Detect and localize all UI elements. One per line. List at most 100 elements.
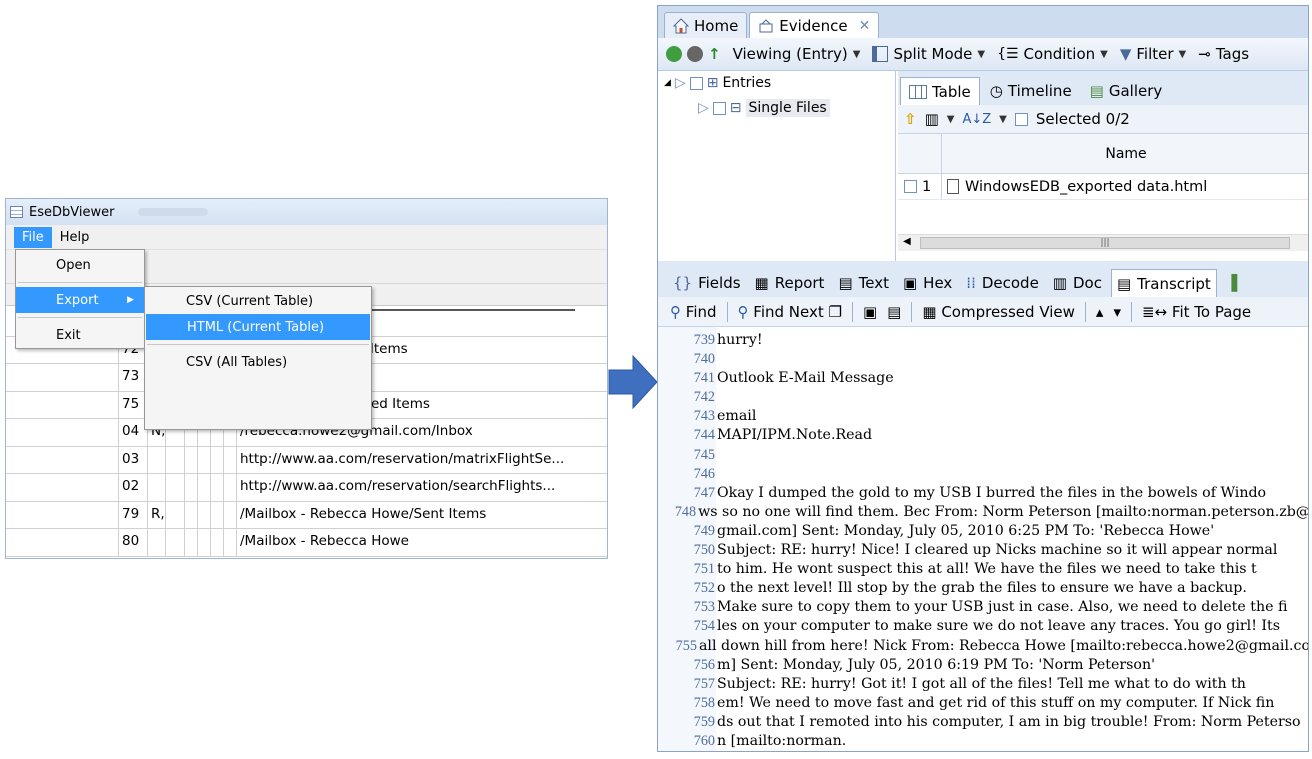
tab-home[interactable]: Home xyxy=(664,12,748,38)
back-icon[interactable] xyxy=(666,46,682,62)
tab-evidence-label: Evidence xyxy=(779,16,848,35)
transcript-view[interactable]: 739 hurry! 740 741 Outlook E-Mail Message 742… xyxy=(658,327,1309,751)
chevron-down-icon[interactable]: ▼ xyxy=(947,114,955,125)
menu-item-csv-all[interactable]: CSV (All Tables) xyxy=(145,349,371,375)
doc-icon: ▥ xyxy=(1052,274,1067,292)
line-number: 755 xyxy=(675,637,697,654)
compressed-view-button[interactable]: ▦ Compressed View xyxy=(922,303,1075,321)
tab-decode[interactable]: ⁞⁞ Decode xyxy=(961,269,1044,297)
split-mode-dropdown[interactable]: Split Mode ▼ xyxy=(872,45,985,63)
files-icon: ⊟ xyxy=(729,100,742,116)
row-id: 02 xyxy=(119,474,148,501)
tag-icon: ⊸ xyxy=(1198,45,1211,63)
menu-item-export[interactable]: Export ▶ xyxy=(16,287,144,313)
transcript-line: 757 Subject: RE: hurry! Got it! I got all… xyxy=(658,675,1308,694)
find-button[interactable]: ⚲ Find xyxy=(670,303,717,321)
table-row[interactable]: 79 R, /Mailbox - Rebecca Howe/Sent Items xyxy=(6,501,607,529)
table-app-icon xyxy=(10,206,23,218)
scroll-left-icon[interactable]: ◀ xyxy=(903,236,911,247)
find-next-button[interactable]: ⚲ Find Next ❐ xyxy=(738,303,842,321)
file-menu: Open Export ▶ Exit xyxy=(15,249,145,349)
transcript-line: 756 m] Sent: Monday, July 05, 2010 6:19 P… xyxy=(658,656,1308,675)
tab-timeline[interactable]: ◷ Timeline xyxy=(982,77,1080,105)
line-number: 749 xyxy=(693,522,715,539)
menu-item-exit[interactable]: Exit xyxy=(16,322,144,348)
sort-az-icon[interactable]: A↓Z xyxy=(962,112,991,127)
tab-report-label: Report xyxy=(774,274,825,292)
table-row[interactable]: 80/Mailbox - Rebecca Howe xyxy=(6,529,607,557)
file-table: Name 1 WindowsEDB_exported data.html xyxy=(898,134,1308,227)
transcript-line: 744 MAPI/IPM.Note.Read xyxy=(658,426,1308,445)
horizontal-scrollbar[interactable]: ◀ ||| xyxy=(898,234,1308,251)
row-folder-path: http://www.aa.com/reservation/matrixFlig… xyxy=(240,450,565,467)
page-up-icon[interactable]: ▴ xyxy=(1096,303,1104,321)
entries-checkbox[interactable] xyxy=(689,76,703,90)
transcript-line: 740 xyxy=(658,350,1308,369)
table-row[interactable]: 03 http://www.aa.com/reservation/matrixFl… xyxy=(6,446,607,474)
tree-item-single-files[interactable]: ▷ ⊟ Single Files xyxy=(698,99,830,117)
line-number: 756 xyxy=(693,656,715,673)
filter-dropdown[interactable]: ▼ Filter ▼ xyxy=(1120,45,1186,63)
compressed-view-label: Compressed View xyxy=(941,302,1075,321)
tree-label-single-files: Single Files xyxy=(745,99,830,117)
submenu-arrow-icon: ▶ xyxy=(127,295,134,305)
chevron-down-icon: ▼ xyxy=(1178,48,1187,60)
row-checkbox[interactable] xyxy=(904,180,917,193)
sort-up-icon[interactable]: ⇧ xyxy=(904,110,917,128)
menu-file[interactable]: File xyxy=(14,226,52,248)
decode-icon: ⁞⁞ xyxy=(966,274,976,292)
tab-more[interactable]: ▐ xyxy=(1221,269,1243,297)
tab-report[interactable]: ▦ Report xyxy=(750,269,830,297)
tree-connector-icon: ▷ xyxy=(674,75,686,91)
menu-item-open[interactable]: Open xyxy=(16,252,144,278)
column-header-name[interactable]: Name xyxy=(942,134,1308,173)
line-text: Outlook E-Mail Message xyxy=(717,370,894,387)
select-all-checkbox[interactable] xyxy=(1014,112,1028,126)
line-text: to him. He wont suspect this at all! We … xyxy=(717,561,1257,578)
forward-icon[interactable] xyxy=(687,46,703,62)
export-icon[interactable]: ▣ xyxy=(863,303,877,321)
row-flag xyxy=(148,474,166,501)
scroll-thumb[interactable]: ||| xyxy=(920,237,1290,249)
fit-to-page-icon: ≣↔ xyxy=(1141,302,1168,321)
import-icon[interactable]: ▤ xyxy=(887,303,901,321)
page-down-icon[interactable]: ▾ xyxy=(1113,303,1121,321)
tab-table[interactable]: Table xyxy=(900,77,980,105)
tree-item-entries[interactable]: ◢ ▷ ⊞ Entries xyxy=(664,75,771,91)
tab-transcript[interactable]: ▤ Transcript xyxy=(1110,269,1217,297)
close-icon[interactable]: ✕ xyxy=(859,18,871,34)
menu-item-csv-current[interactable]: CSV (Current Table) xyxy=(145,288,371,314)
table-row[interactable]: 02 http://www.aa.com/reservation/searchFl… xyxy=(6,474,607,502)
transcript-toolbar: ⚲ Find ⚲ Find Next ❐ ▣ ▤ ▦ Compressed Vi… xyxy=(658,297,1308,327)
menu-item-html-current[interactable]: HTML (Current Table) xyxy=(146,314,370,340)
table-toolbar: ⇧ ▥ ▼ A↓Z ▼ Selected 0/2 xyxy=(898,105,1308,134)
single-files-checkbox[interactable] xyxy=(712,101,726,115)
condition-dropdown[interactable]: {☰ Condition ▼ xyxy=(997,45,1108,63)
tab-text[interactable]: ▤ Text xyxy=(833,269,894,297)
viewing-dropdown[interactable]: Viewing (Entry) ▼ xyxy=(733,45,861,63)
tab-hex[interactable]: ▣ Hex xyxy=(898,269,957,297)
blurred-title-area xyxy=(138,208,209,216)
line-number: 746 xyxy=(693,465,715,482)
tags-button[interactable]: ⊸ Tags xyxy=(1198,45,1249,63)
chevron-down-icon[interactable]: ▼ xyxy=(999,114,1007,125)
filter-icon: ▼ xyxy=(1119,45,1132,63)
menu-help[interactable]: Help xyxy=(52,227,98,248)
menu-item-export-label: Export xyxy=(56,292,99,308)
tab-fields[interactable]: {} Fields xyxy=(668,269,746,297)
fit-to-page-button[interactable]: ≣↔ Fit To Page xyxy=(1142,303,1251,321)
line-text: all down hill from here! Nick From: Rebe… xyxy=(698,637,1309,654)
columns-icon[interactable]: ▥ xyxy=(925,110,939,128)
transcript-line: 754 les on your computer to make sure we … xyxy=(658,617,1308,636)
tab-doc[interactable]: ▥ Doc xyxy=(1048,269,1107,297)
tab-gallery[interactable]: ▤ Gallery xyxy=(1082,77,1171,105)
tab-evidence[interactable]: Evidence ✕ xyxy=(749,12,880,38)
document-tabs: Home Evidence ✕ xyxy=(658,6,1308,38)
up-icon[interactable]: ↑ xyxy=(708,45,721,63)
copy-icon[interactable]: ❐ xyxy=(829,303,842,321)
line-text: Make sure to copy them to your USB just … xyxy=(717,599,1288,616)
line-text: hurry! xyxy=(717,332,763,348)
line-number: 748 xyxy=(674,503,697,520)
table-row[interactable]: 1 WindowsEDB_exported data.html xyxy=(898,174,1308,200)
line-text xyxy=(716,350,717,369)
